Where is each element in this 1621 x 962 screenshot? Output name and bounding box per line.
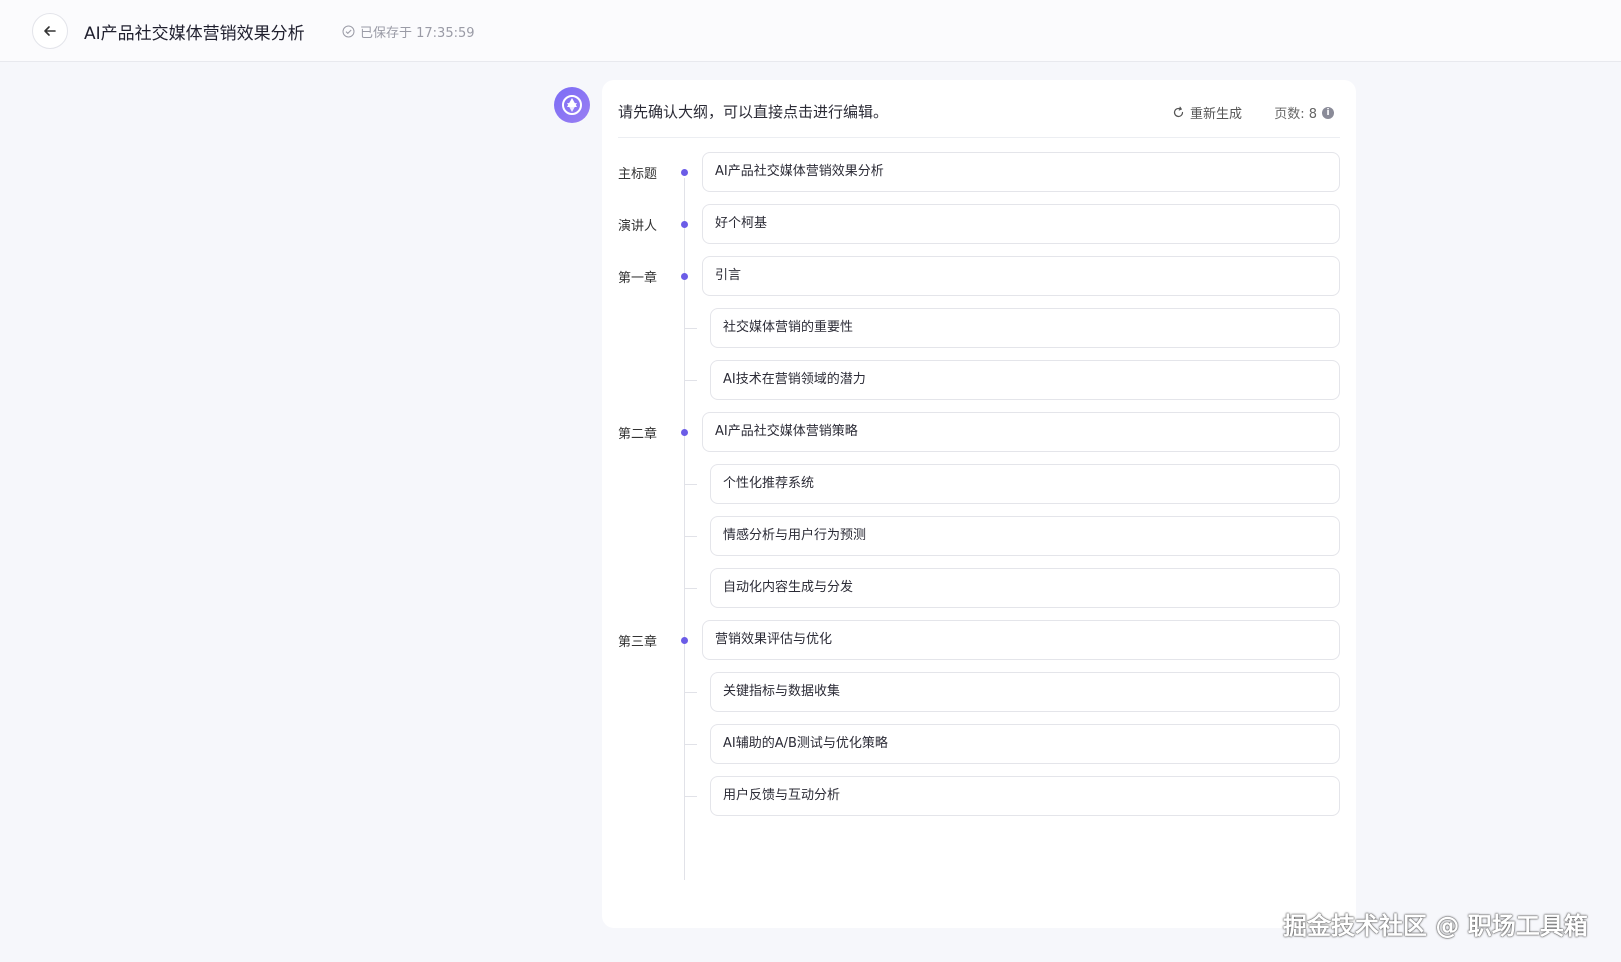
save-status: 已保存于 17:35:59 xyxy=(342,22,475,41)
outline-row: 第一章 引言 xyxy=(602,256,1356,296)
timeline-branch xyxy=(685,692,697,693)
check-circle-icon xyxy=(342,25,355,38)
timeline-dot xyxy=(681,429,688,436)
outline-row-label: 主标题 xyxy=(618,167,658,182)
timeline-branch xyxy=(685,328,697,329)
card-header: 请先确认大纲，可以直接点击进行编辑。 重新生成 页数: 8 i xyxy=(618,80,1340,138)
save-status-text: 已保存于 17:35:59 xyxy=(360,26,475,41)
timeline-dot xyxy=(681,169,688,176)
outline-subsection-field[interactable]: 个性化推荐系统 xyxy=(710,464,1340,504)
outline-heading-field[interactable]: 好个柯基 xyxy=(702,204,1340,244)
regenerate-button[interactable]: 重新生成 xyxy=(1172,103,1242,122)
timeline-dot xyxy=(681,637,688,644)
outline-subsection-field[interactable]: 社交媒体营销的重要性 xyxy=(710,308,1340,348)
outline-heading-field[interactable]: AI产品社交媒体营销策略 xyxy=(702,412,1340,452)
timeline-branch xyxy=(685,796,697,797)
outline-row-label: 第二章 xyxy=(618,427,658,442)
timeline-dot xyxy=(681,273,688,280)
outline-card: 请先确认大纲，可以直接点击进行编辑。 重新生成 页数: 8 i 主标题 AI产品社… xyxy=(602,80,1356,928)
outline-row: 主标题 AI产品社交媒体营销效果分析 xyxy=(602,152,1356,192)
outline-row-label: 第三章 xyxy=(618,635,658,650)
outline-row: AI辅助的A/B测试与优化策略 xyxy=(602,724,1356,764)
document-title[interactable]: AI产品社交媒体营销效果分析 xyxy=(84,19,305,44)
outline-row-label: 演讲人 xyxy=(618,219,658,234)
outline-heading-field[interactable]: AI产品社交媒体营销效果分析 xyxy=(702,152,1340,192)
outline-row: 第三章 营销效果评估与优化 xyxy=(602,620,1356,660)
outline-row: 用户反馈与互动分析 xyxy=(602,776,1356,816)
top-bar: AI产品社交媒体营销效果分析 已保存于 17:35:59 xyxy=(0,0,1621,62)
regenerate-label: 重新生成 xyxy=(1189,107,1242,122)
outline-subsection-field[interactable]: 情感分析与用户行为预测 xyxy=(710,516,1340,556)
watermark: 掘金技术社区 @ 职场工具箱 xyxy=(1283,912,1588,940)
arrow-left-icon xyxy=(44,26,56,36)
outline-heading-field[interactable]: 引言 xyxy=(702,256,1340,296)
outline-row: AI技术在营销领域的潜力 xyxy=(602,360,1356,400)
outline-row: 情感分析与用户行为预测 xyxy=(602,516,1356,556)
outline-subsection-field[interactable]: 自动化内容生成与分发 xyxy=(710,568,1340,608)
back-button[interactable] xyxy=(32,13,68,49)
outline-row: 关键指标与数据收集 xyxy=(602,672,1356,712)
timeline-branch xyxy=(685,536,697,537)
page-count-label: 页数: 8 xyxy=(1274,107,1317,122)
assistant-avatar xyxy=(554,87,590,123)
outline-subsection-field[interactable]: AI辅助的A/B测试与优化策略 xyxy=(710,724,1340,764)
instruction-text: 请先确认大纲，可以直接点击进行编辑。 xyxy=(618,103,889,121)
page-count: 页数: 8 i xyxy=(1274,103,1334,122)
outline-subsection-field[interactable]: 关键指标与数据收集 xyxy=(710,672,1340,712)
outline-row: 演讲人 好个柯基 xyxy=(602,204,1356,244)
timeline-branch xyxy=(685,588,697,589)
timeline-branch xyxy=(685,380,697,381)
outline-row-label: 第一章 xyxy=(618,271,658,286)
outline-row: 第二章 AI产品社交媒体营销策略 xyxy=(602,412,1356,452)
timeline-branch xyxy=(685,744,697,745)
assistant-logo-icon xyxy=(562,95,582,115)
timeline-dot xyxy=(681,221,688,228)
outline-row: 个性化推荐系统 xyxy=(602,464,1356,504)
outline-subsection-field[interactable]: AI技术在营销领域的潜力 xyxy=(710,360,1340,400)
outline-row: 社交媒体营销的重要性 xyxy=(602,308,1356,348)
outline-heading-field[interactable]: 营销效果评估与优化 xyxy=(702,620,1340,660)
timeline-branch xyxy=(685,484,697,485)
info-icon[interactable]: i xyxy=(1322,106,1334,119)
outline-row: 自动化内容生成与分发 xyxy=(602,568,1356,608)
refresh-icon xyxy=(1173,106,1184,118)
outline-subsection-field[interactable]: 用户反馈与互动分析 xyxy=(710,776,1340,816)
